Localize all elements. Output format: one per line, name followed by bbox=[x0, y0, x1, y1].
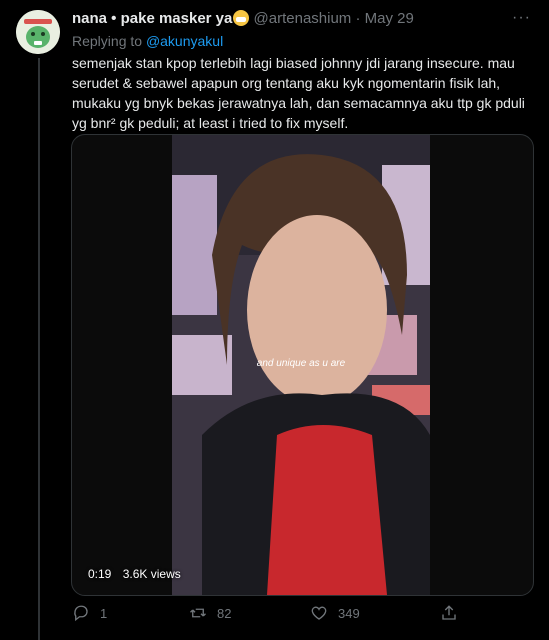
avatar[interactable] bbox=[16, 10, 60, 54]
reply-button[interactable]: 1 bbox=[72, 604, 107, 622]
reply-count: 1 bbox=[100, 605, 108, 621]
dinosaur-avatar-icon bbox=[16, 10, 60, 54]
tweet-header: nana • pake masker ya @artenashium · May… bbox=[72, 10, 509, 28]
retweet-count: 82 bbox=[217, 605, 232, 621]
replying-to-link[interactable]: @akunyakul bbox=[146, 33, 223, 49]
video-stats: 0:19 3.6K views bbox=[88, 567, 189, 581]
reply-icon bbox=[74, 605, 88, 622]
video-views: 3.6K views bbox=[122, 567, 181, 581]
replying-to: Replying to @akunyakul bbox=[72, 33, 223, 49]
like-count: 349 bbox=[338, 605, 360, 621]
tweet-actions: 1 82 349 bbox=[72, 604, 472, 624]
video-frame: and unique as u are bbox=[172, 135, 430, 595]
display-name[interactable]: nana • pake masker ya bbox=[72, 10, 232, 27]
video-player[interactable]: and unique as u are 0:19 3.6K views bbox=[71, 134, 534, 596]
video-caption: and unique as u are bbox=[256, 358, 346, 369]
share-button[interactable] bbox=[440, 604, 458, 622]
heart-icon bbox=[311, 606, 327, 620]
retweet-button[interactable]: 82 bbox=[189, 604, 231, 622]
video-duration: 0:19 bbox=[88, 567, 112, 581]
tweet-date[interactable]: May 29 bbox=[365, 10, 414, 27]
thread-line bbox=[38, 58, 40, 640]
like-button[interactable]: 349 bbox=[310, 604, 360, 622]
more-options-icon[interactable]: ··· bbox=[512, 9, 531, 27]
share-icon bbox=[442, 605, 456, 620]
retweet-icon bbox=[190, 608, 206, 618]
tweet-text: semenjak stan kpop terlebih lagi biased … bbox=[72, 55, 525, 131]
meta-separator: · bbox=[355, 10, 361, 27]
replying-prefix: Replying to bbox=[72, 33, 143, 49]
face-with-medical-mask-icon bbox=[233, 10, 250, 26]
user-handle[interactable]: @artenashium bbox=[254, 10, 352, 27]
